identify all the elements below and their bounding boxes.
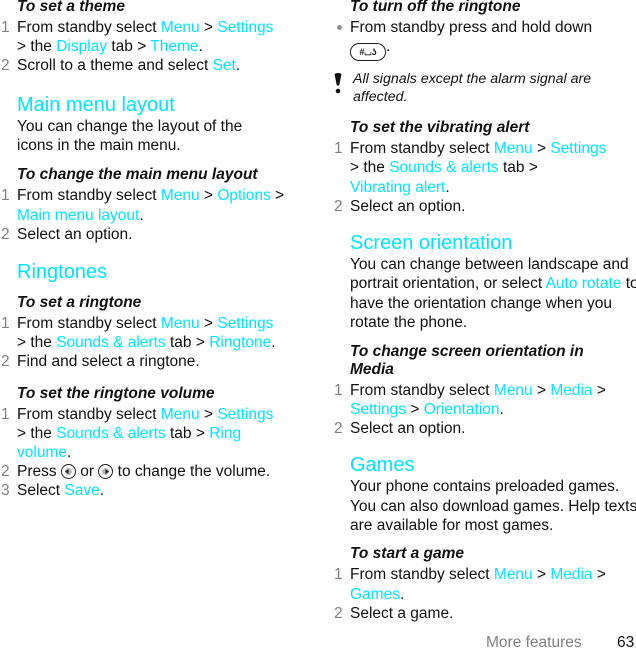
bullet-turn-off: From standby press and hold down #⌴ʖ. [333, 18, 610, 62]
procedure-title-set-ringtone: To set a ringtone [17, 294, 142, 312]
link-vibrating-alert[interactable]: Vibrating alert [350, 179, 445, 196]
step-theme-1: 1 From standby select Menu > Settings > t… [1, 19, 274, 56]
link-theme[interactable]: Theme [150, 38, 198, 55]
link-settings[interactable]: Settings [217, 19, 273, 36]
link-menu[interactable]: Menu [161, 19, 200, 36]
link-sounds-alerts[interactable]: Sounds & alerts [389, 159, 498, 176]
step-orientation-1: 1 From standby select Menu > Media > Sett… [334, 381, 606, 418]
step-vibrating-2: 2 Select an option. [334, 197, 466, 215]
link-orientation[interactable]: Orientation [424, 401, 500, 418]
step-games-1: 1 From standby select Menu > Media > Game… [334, 566, 606, 603]
left-column: To set a theme 1 From standby select Menu… [0, 0, 310, 501]
procedure-title-main-menu-layout: To change the main menu layout [17, 166, 258, 184]
procedure-title-ringtone-volume: To set the ringtone volume [17, 384, 215, 402]
orientation-intro: You can change between landscape and por… [350, 256, 636, 332]
step-main-menu-1: 1 From standby select Menu > Options > Ma… [1, 187, 285, 224]
games-intro: Your phone contains preloaded games. You… [350, 478, 636, 535]
bullet-dot [337, 25, 342, 30]
link-settings[interactable]: Settings [217, 315, 273, 332]
footer-section-label: More features [486, 634, 582, 651]
page-number: 63 [617, 634, 635, 651]
link-main-menu-layout[interactable]: Main menu layout [17, 207, 139, 224]
link-save[interactable]: Save [64, 482, 99, 499]
link-menu[interactable]: Menu [494, 382, 533, 399]
step-ringtone-2: 2 Find and select a ringtone. [1, 353, 200, 371]
hash-key-icon: #⌴ʖ [350, 43, 386, 62]
section-heading-main-menu-layout: Main menu layout [17, 93, 175, 116]
section-heading-ringtones: Ringtones [17, 261, 108, 284]
link-media[interactable]: Media [550, 566, 592, 583]
link-settings[interactable]: Settings [350, 401, 406, 418]
link-options[interactable]: Options [217, 187, 270, 204]
link-sounds-alerts[interactable]: Sounds & alerts [56, 425, 165, 442]
link-menu[interactable]: Menu [161, 406, 200, 423]
link-settings[interactable]: Settings [217, 406, 273, 423]
link-sounds-alerts[interactable]: Sounds & alerts [56, 334, 165, 351]
procedure-title-set-theme: To set a theme [17, 0, 125, 15]
link-menu[interactable]: Menu [494, 566, 533, 583]
step-orientation-2: 2 Select an option. [334, 420, 466, 438]
procedure-title-turn-off-ringtone: To turn off the ringtone [350, 0, 521, 15]
right-nav-key-icon [98, 464, 114, 480]
step-theme-2: 2 Scroll to a theme and select Set. [1, 57, 241, 75]
link-menu[interactable]: Menu [494, 140, 533, 157]
link-display[interactable]: Display [56, 38, 107, 55]
link-menu[interactable]: Menu [161, 187, 200, 204]
link-auto-rotate[interactable]: Auto rotate [546, 275, 622, 292]
step-vibrating-1: 1 From standby select Menu > Settings > t… [334, 140, 607, 196]
link-games[interactable]: Games [350, 586, 400, 603]
step-volume-1: 1 From standby select Menu > Settings > t… [1, 405, 274, 462]
exclamation-icon [334, 73, 342, 94]
step-volume-2: 2 Press or to change the volume. [1, 463, 271, 481]
link-ringtone[interactable]: Ringtone [209, 334, 271, 351]
section-heading-screen-orientation: Screen orientation [350, 232, 513, 255]
step-volume-3: 3 Select Save. [1, 482, 105, 500]
link-settings[interactable]: Settings [550, 140, 606, 157]
procedure-title-orientation-media: To change screen orientation in Media [350, 342, 584, 378]
main-menu-intro: You can change the layout of the icons i… [17, 117, 243, 155]
link-media[interactable]: Media [550, 382, 592, 399]
step-main-menu-2: 2 Select an option. [1, 225, 133, 243]
right-column: To turn off the ringtone From standby pr… [333, 0, 636, 623]
section-heading-games: Games [350, 454, 415, 477]
link-set[interactable]: Set [213, 57, 236, 74]
link-menu[interactable]: Menu [161, 315, 200, 332]
step-ringtone-1: 1 From standby select Menu > Settings > t… [1, 315, 276, 352]
procedure-title-start-game: To start a game [350, 545, 464, 563]
procedure-title-vibrating-alert: To set the vibrating alert [350, 119, 530, 137]
step-games-2: 2 Select a game. [334, 604, 454, 622]
left-nav-key-icon [60, 464, 76, 480]
note-alarm-signal: All signals except the alarm signal are … [333, 70, 633, 106]
